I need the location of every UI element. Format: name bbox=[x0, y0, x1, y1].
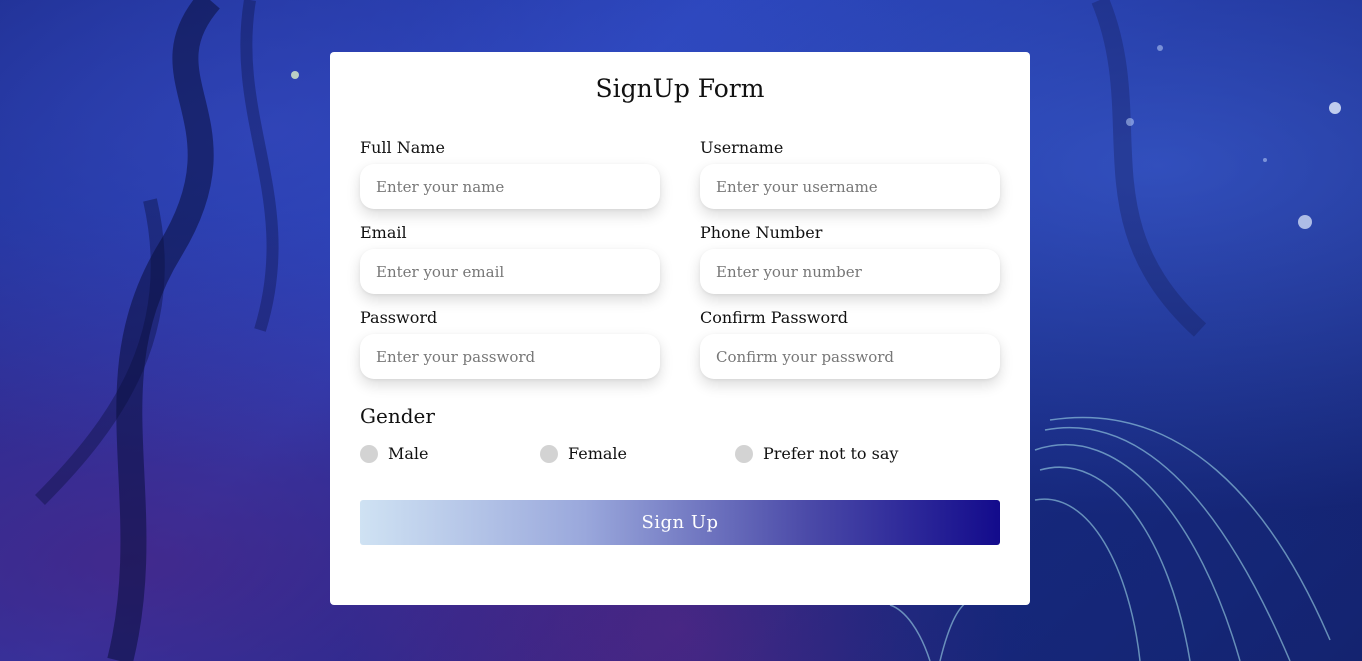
radio-male[interactable] bbox=[360, 445, 378, 463]
form-title: SignUp Form bbox=[595, 74, 765, 103]
full-name-input[interactable] bbox=[360, 164, 660, 209]
email-label: Email bbox=[360, 223, 407, 242]
password-label: Password bbox=[360, 308, 438, 327]
radio-prefer-not-to-say-label[interactable]: Prefer not to say bbox=[763, 444, 898, 463]
radio-prefer-not-to-say[interactable] bbox=[735, 445, 753, 463]
sign-up-button[interactable]: Sign Up bbox=[360, 500, 1000, 545]
full-name-label: Full Name bbox=[360, 138, 445, 157]
signup-card: SignUp Form Full Name Username Email Pho… bbox=[330, 52, 1030, 605]
confirm-password-input[interactable] bbox=[700, 334, 1000, 379]
radio-female[interactable] bbox=[540, 445, 558, 463]
confirm-password-label: Confirm Password bbox=[700, 308, 848, 327]
gender-title: Gender bbox=[360, 404, 435, 428]
radio-female-label[interactable]: Female bbox=[568, 444, 627, 463]
username-label: Username bbox=[700, 138, 784, 157]
username-input[interactable] bbox=[700, 164, 1000, 209]
email-input[interactable] bbox=[360, 249, 660, 294]
password-input[interactable] bbox=[360, 334, 660, 379]
phone-number-input[interactable] bbox=[700, 249, 1000, 294]
phone-number-label: Phone Number bbox=[700, 223, 823, 242]
radio-male-label[interactable]: Male bbox=[388, 444, 429, 463]
